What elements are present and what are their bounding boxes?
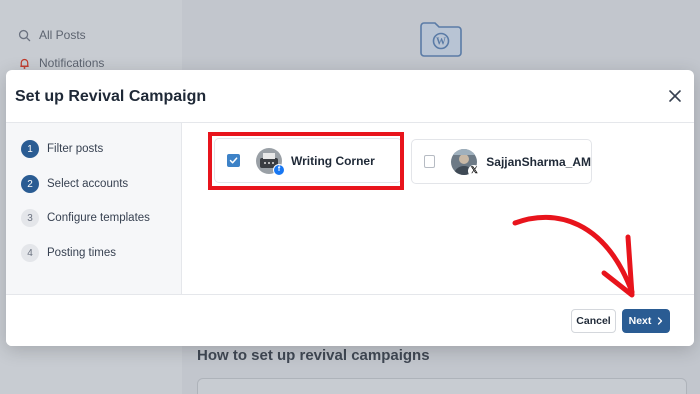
next-button[interactable]: Next <box>622 309 670 333</box>
annotation-highlight-box <box>208 132 404 190</box>
step-posting-times[interactable]: 4 Posting times <box>21 244 116 262</box>
step-configure-templates[interactable]: 3 Configure templates <box>21 209 150 227</box>
close-icon[interactable] <box>666 87 684 105</box>
step-number: 3 <box>21 209 39 227</box>
next-button-label: Next <box>628 315 652 327</box>
search-icon <box>18 29 31 41</box>
avatar: 𝕏 <box>451 148 481 177</box>
revival-campaign-modal: Set up Revival Campaign 1 Filter posts 2… <box>6 70 694 346</box>
step-select-accounts[interactable]: 2 Select accounts <box>21 175 128 193</box>
step-number: 4 <box>21 244 39 262</box>
step-label: Select accounts <box>47 178 129 190</box>
step-number: 1 <box>21 140 39 158</box>
step-filter-posts[interactable]: 1 Filter posts <box>21 140 103 158</box>
step-label: Configure templates <box>47 212 150 224</box>
step-number: 2 <box>21 175 39 193</box>
nav-item-label: Notifications <box>39 56 105 70</box>
account-card-sajjansharma-am[interactable]: 𝕏 SajjanSharma_AM <box>411 139 592 184</box>
x-twitter-icon: 𝕏 <box>468 164 481 177</box>
step-label: Posting times <box>47 247 117 259</box>
background-card <box>197 378 687 394</box>
nav-item-all-posts: All Posts <box>18 28 86 42</box>
chevron-right-icon <box>658 317 663 325</box>
step-label: Filter posts <box>47 143 104 155</box>
background-section-heading: How to set up revival campaigns <box>197 347 430 364</box>
cancel-button[interactable]: Cancel <box>571 309 616 333</box>
modal-title: Set up Revival Campaign <box>15 88 207 105</box>
modal-header: Set up Revival Campaign <box>6 70 694 123</box>
account-checkbox[interactable] <box>424 155 436 168</box>
modal-footer: Cancel Next <box>6 294 694 346</box>
wordpress-folder-icon: W <box>420 22 462 57</box>
nav-item-notifications: Notifications <box>18 56 104 70</box>
nav-item-label: All Posts <box>39 28 86 42</box>
bell-icon <box>20 58 29 69</box>
account-name: SajjanSharma_AM <box>486 154 591 169</box>
steps-sidebar: 1 Filter posts 2 Select accounts 3 Confi… <box>6 123 182 294</box>
svg-text:W: W <box>436 37 446 48</box>
